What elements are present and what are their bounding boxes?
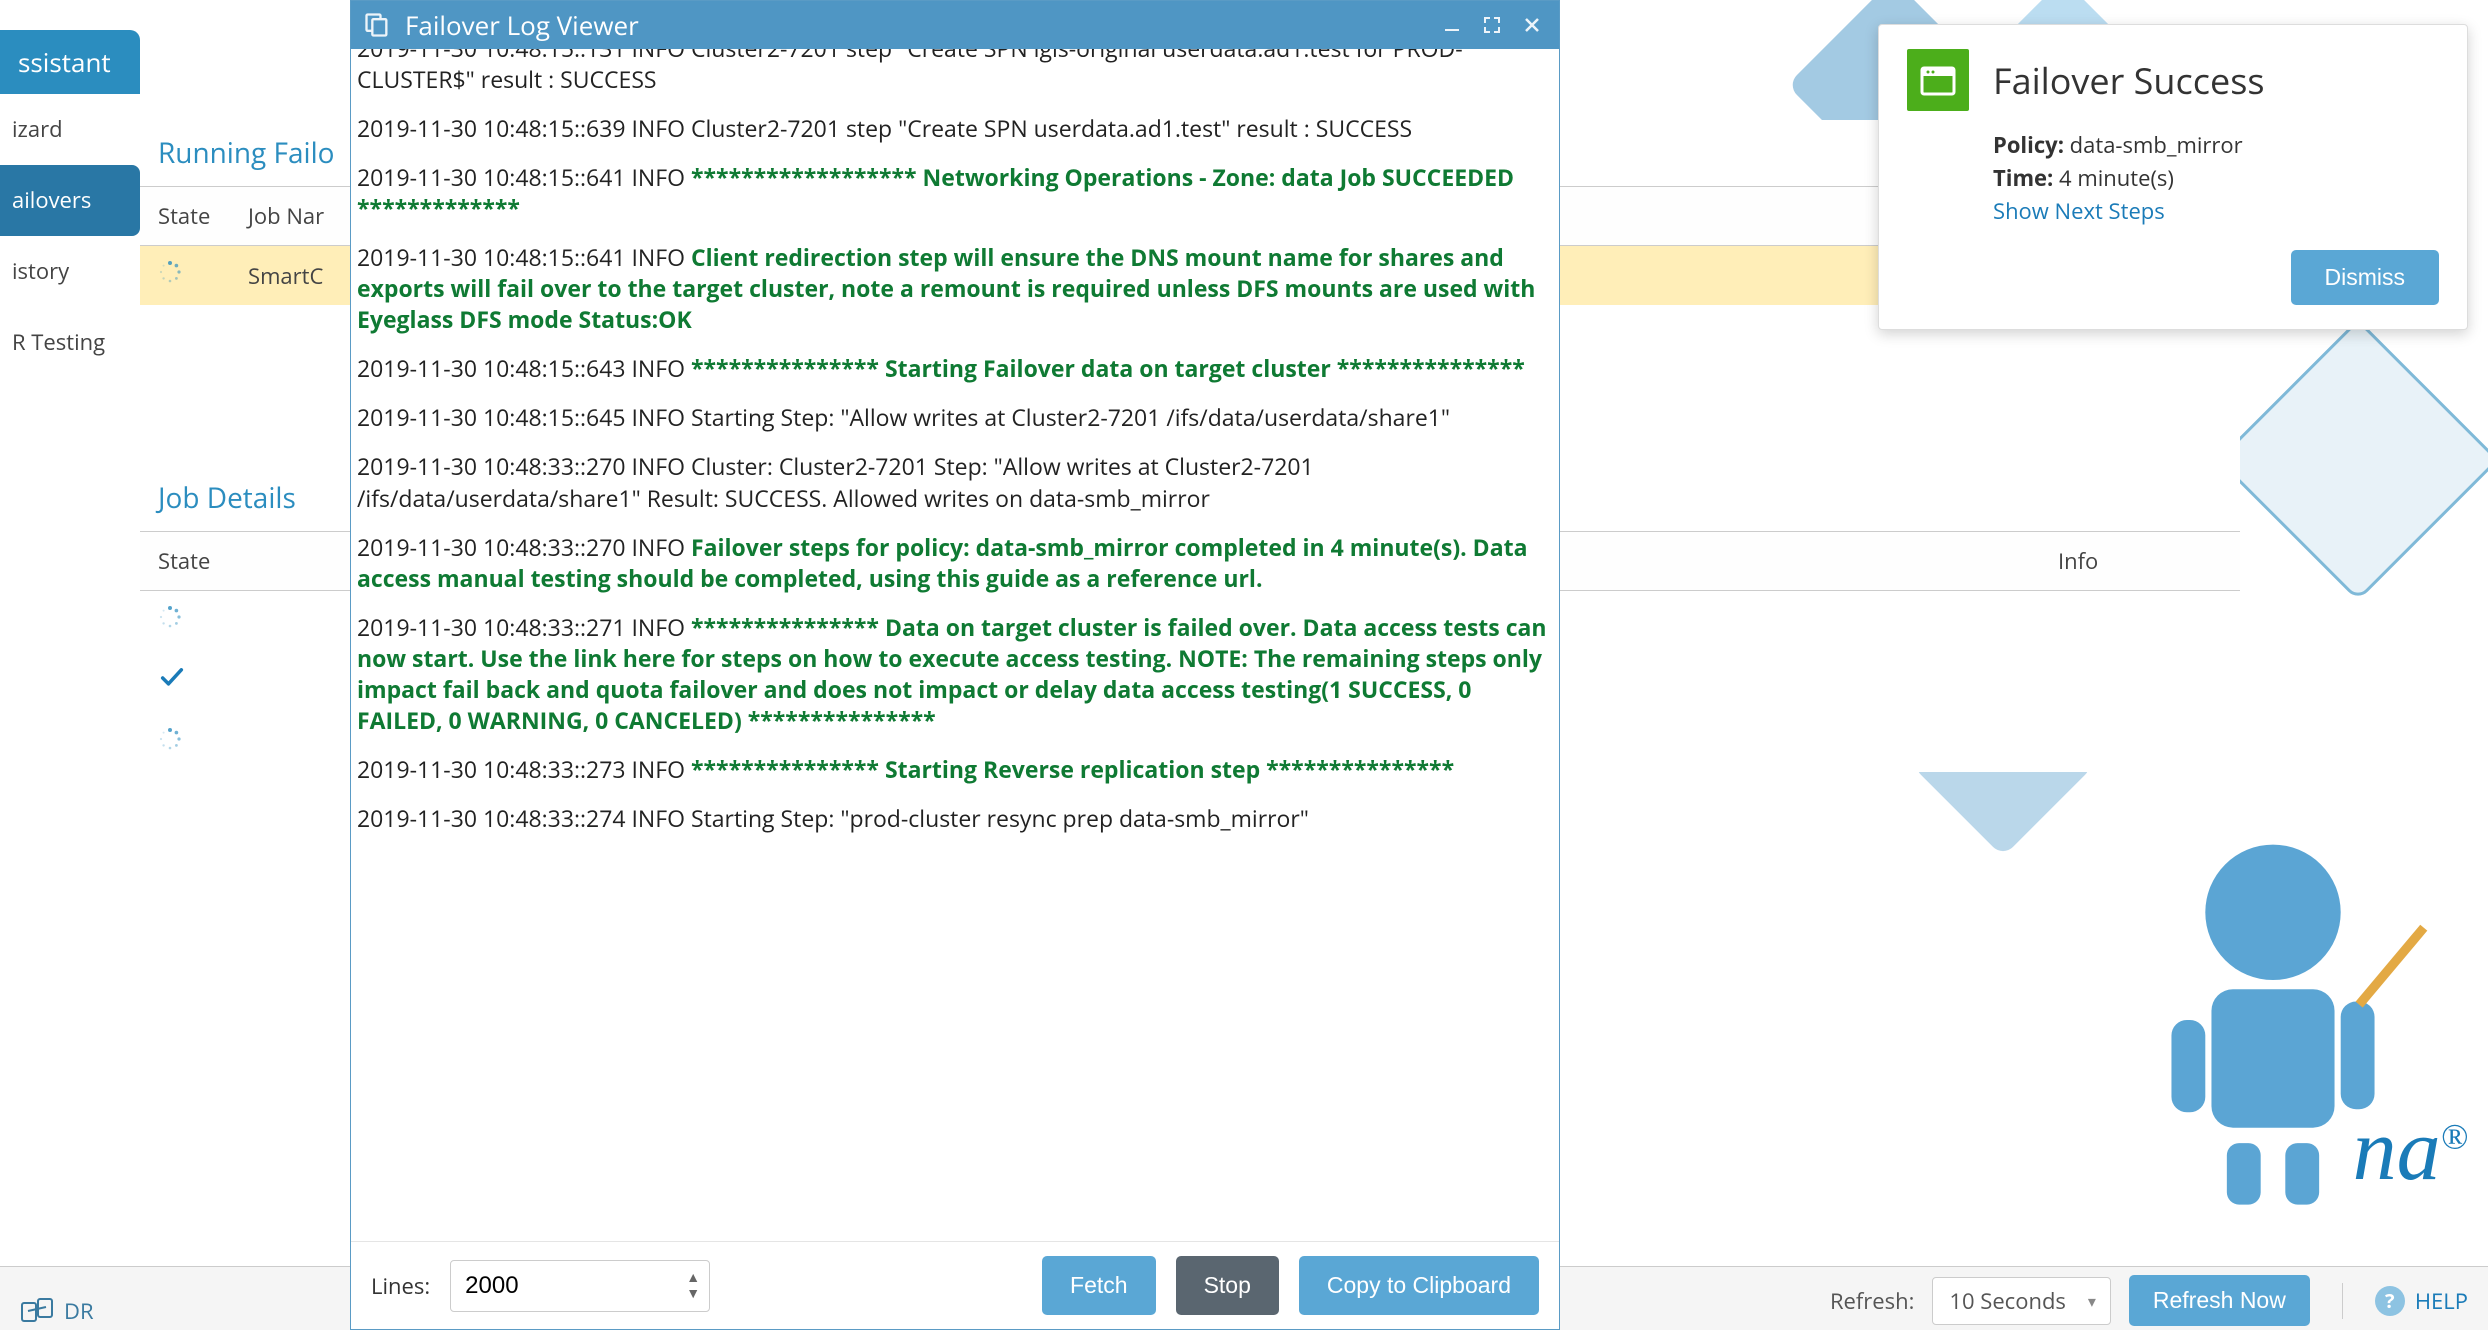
sidebar-title: ssistant <box>0 30 140 94</box>
brand-logo: na® <box>2353 1100 2468 1201</box>
log-line: 2019-11-30 10:48:15::643 INFO **********… <box>357 353 1553 384</box>
log-footer: Lines: ▲▼ Fetch Stop Copy to Clipboard <box>351 1241 1559 1329</box>
dismiss-button[interactable]: Dismiss <box>2291 250 2440 305</box>
sidebar-item-wizard[interactable]: izard <box>0 94 140 165</box>
col-info[interactable]: Info <box>2040 532 2240 591</box>
log-viewer-titlebar[interactable]: Failover Log Viewer <box>351 1 1559 49</box>
log-icon <box>363 11 391 39</box>
sidebar-item-dr-testing[interactable]: R Testing <box>0 307 140 378</box>
state-cell <box>140 713 260 772</box>
help-button[interactable]: ? HELP <box>2375 1286 2468 1316</box>
state-cell <box>140 246 230 306</box>
col-state[interactable]: State <box>140 187 230 246</box>
log-viewer-window: Failover Log Viewer 2019-11-30 10:48:15:… <box>350 0 1560 1330</box>
dr-dock-item[interactable]: DR <box>20 1296 94 1326</box>
stepper-arrows[interactable]: ▲▼ <box>686 1271 700 1301</box>
log-line: 2019-11-30 10:48:33::273 INFO **********… <box>357 754 1553 785</box>
lines-input[interactable] <box>450 1260 710 1312</box>
refresh-interval-select[interactable]: 10 Seconds <box>1932 1277 2111 1325</box>
stop-button[interactable]: Stop <box>1176 1256 1279 1315</box>
log-line: 2019-11-30 10:48:15::641 INFO Client red… <box>357 242 1553 335</box>
divider <box>2342 1283 2343 1319</box>
toast-body: Policy: data-smb_mirror Time: 4 minute(s… <box>1993 129 2439 228</box>
spinner-icon <box>158 605 182 629</box>
toast-title: Failover Success <box>1993 56 2265 105</box>
assistant-sidebar: ssistant izard ailovers istory R Testing <box>0 30 140 378</box>
spinner-icon <box>158 260 182 284</box>
failover-success-toast: Failover Success Policy: data-smb_mirror… <box>1878 24 2468 330</box>
success-icon <box>1907 49 1969 111</box>
sidebar-item-history[interactable]: istory <box>0 236 140 307</box>
log-line: 2019-11-30 10:48:15::131 INFO Cluster2-7… <box>357 49 1553 95</box>
log-line: 2019-11-30 10:48:15::645 INFO Starting S… <box>357 402 1553 433</box>
show-next-steps-link[interactable]: Show Next Steps <box>1993 196 2165 226</box>
refresh-label: Refresh: <box>1830 1286 1914 1316</box>
decorative-robot <box>2098 820 2448 1220</box>
log-viewer-title: Failover Log Viewer <box>405 7 639 43</box>
log-line: 2019-11-30 10:48:33::270 INFO Failover s… <box>357 532 1553 594</box>
refresh-now-button[interactable]: Refresh Now <box>2129 1275 2310 1326</box>
maximize-icon[interactable] <box>1477 10 1507 40</box>
log-line: 2019-11-30 10:48:33::270 INFO Cluster: C… <box>357 451 1553 513</box>
lines-label: Lines: <box>371 1271 430 1301</box>
check-icon <box>158 664 186 692</box>
sidebar-item-failovers[interactable]: ailovers <box>0 165 140 236</box>
col-state[interactable]: State <box>140 532 260 591</box>
spinner-icon <box>158 727 182 751</box>
state-cell <box>140 591 260 651</box>
close-icon[interactable] <box>1517 10 1547 40</box>
log-line: 2019-11-30 10:48:15::641 INFO **********… <box>357 162 1553 224</box>
state-cell <box>140 650 260 713</box>
log-line: 2019-11-30 10:48:33::274 INFO Starting S… <box>357 803 1553 834</box>
fetch-button[interactable]: Fetch <box>1042 1256 1156 1315</box>
log-line: 2019-11-30 10:48:15::639 INFO Cluster2-7… <box>357 113 1553 144</box>
help-icon: ? <box>2375 1286 2405 1316</box>
log-line: 2019-11-30 10:48:33::271 INFO **********… <box>357 612 1553 736</box>
log-content[interactable]: 2019-11-30 10:48:15::131 INFO Cluster2-7… <box>351 49 1559 1241</box>
minimize-icon[interactable] <box>1437 10 1467 40</box>
copy-clipboard-button[interactable]: Copy to Clipboard <box>1299 1256 1539 1315</box>
